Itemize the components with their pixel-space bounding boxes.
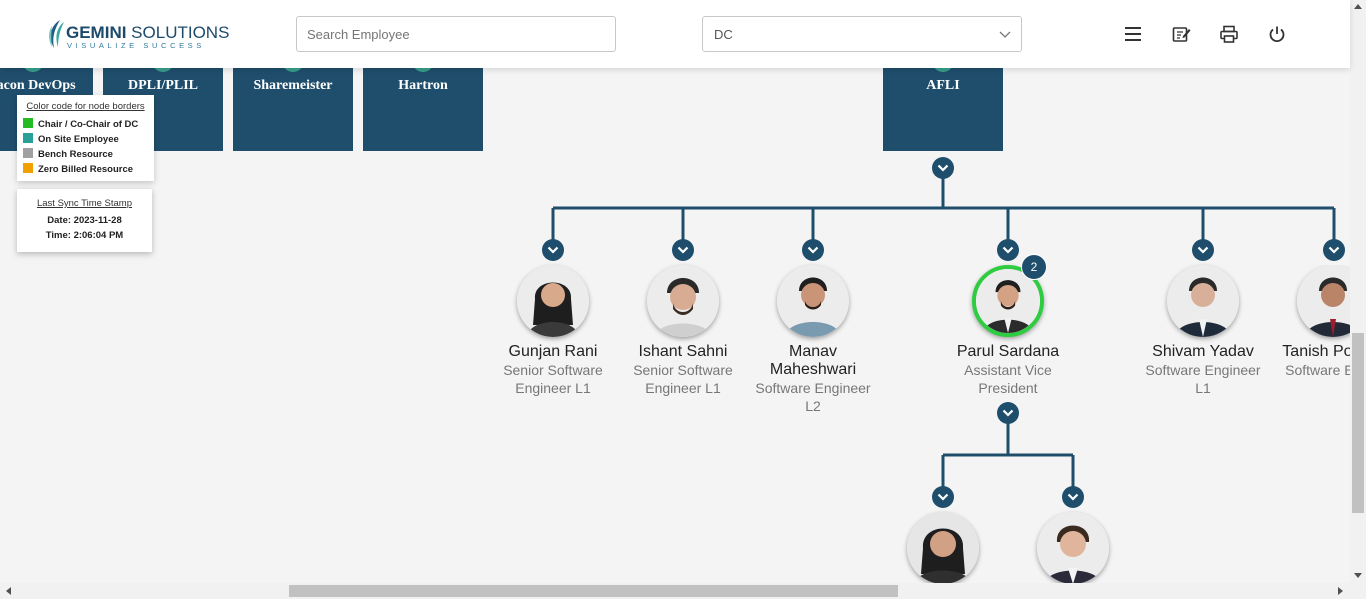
employee-name: Manav Maheshwari: [769, 343, 857, 378]
company-logo[interactable]: GEMINI SOLUTIONS VISUALIZE SUCCESS: [46, 16, 229, 52]
expand-toggle[interactable]: [802, 239, 824, 261]
sync-title: Last Sync Time Stamp: [36, 198, 133, 209]
scroll-right-arrow-icon[interactable]: [1338, 587, 1344, 595]
employee-card[interactable]: [878, 512, 1008, 584]
legend-title: Color code for node borders: [26, 101, 145, 112]
logo-brand: GEMINI SOLUTIONS: [66, 23, 230, 42]
direct-reports-badge: 2: [1021, 254, 1047, 280]
dc-select-value: DC: [714, 27, 733, 42]
employee-card[interactable]: Manav Maheshwari Software Engineer L2: [748, 265, 878, 415]
legend-item: Bench Resource: [23, 147, 148, 162]
employee-avatar: [777, 265, 849, 337]
person-photo-icon: [777, 265, 849, 337]
chevron-down-icon: [999, 31, 1011, 38]
employee-card-chair[interactable]: Parul Sardana Assistant Vice President: [943, 265, 1073, 397]
employee-role: Assistant Vice President: [964, 362, 1052, 396]
dc-select[interactable]: DC: [702, 16, 1022, 52]
print-icon[interactable]: [1219, 24, 1239, 44]
chevron-down-icon: [807, 246, 819, 254]
person-photo-icon: [647, 265, 719, 337]
employee-card-clipped[interactable]: Tanish Pokhar Software En L2: [1268, 265, 1350, 379]
employee-name: Gunjan Rani: [508, 343, 598, 360]
logo-tagline: VISUALIZE SUCCESS: [67, 41, 205, 50]
border-color-legend: Color code for node borders Chair / Co-C…: [17, 95, 154, 181]
sync-date: Date: 2023-11-28: [47, 215, 122, 226]
expand-toggle[interactable]: [1192, 239, 1214, 261]
chevron-down-icon: [1002, 409, 1014, 417]
last-sync-panel: Last Sync Time Stamp Date: 2023-11-28 Ti…: [17, 189, 152, 252]
employee-card-inner: Tanish Pokhar Software En L2: [1268, 265, 1350, 379]
chevron-down-icon: [1197, 246, 1209, 254]
employee-name: Parul Sardana: [956, 343, 1060, 360]
expand-toggle[interactable]: [1323, 239, 1345, 261]
vertical-scrollbar[interactable]: [1350, 0, 1366, 583]
employee-avatar: [907, 512, 979, 584]
legend-swatch: [23, 147, 33, 158]
employee-name: Shivam Yadav: [1152, 343, 1254, 360]
chevron-down-icon: [1002, 246, 1014, 254]
expand-toggle-afli[interactable]: [932, 157, 954, 179]
chevron-down-icon: [677, 246, 689, 254]
employee-card[interactable]: Ishant Sahni Senior Software Engineer L1: [618, 265, 748, 397]
leaf-logo-icon: [49, 20, 64, 48]
legend-item: On Site Employee: [23, 132, 148, 147]
edit-note-icon[interactable]: [1171, 24, 1191, 44]
horizontal-scroll-thumb[interactable]: [289, 585, 898, 597]
legend-swatch: [23, 132, 33, 143]
person-photo-icon: [517, 265, 589, 337]
expand-toggle[interactable]: [542, 239, 564, 261]
legend-swatch: [23, 117, 33, 128]
employee-card[interactable]: [1008, 512, 1138, 584]
employee-avatar: [517, 265, 589, 337]
employee-avatar: [647, 265, 719, 337]
employee-role: Software Engineer L1: [1145, 362, 1261, 396]
employee-avatar: [1037, 512, 1109, 584]
expand-toggle[interactable]: [997, 239, 1019, 261]
scroll-left-arrow-icon[interactable]: [5, 587, 11, 595]
employee-avatar: [1167, 265, 1239, 337]
person-photo-icon: [907, 512, 979, 584]
employee-card[interactable]: Gunjan Rani Senior Software Engineer L1: [488, 265, 618, 397]
vertical-scroll-thumb[interactable]: [1352, 333, 1364, 513]
person-photo-icon: [1167, 265, 1239, 337]
expand-toggle-parul[interactable]: [997, 402, 1019, 424]
search-employee-input[interactable]: [296, 16, 616, 52]
menu-icon[interactable]: [1123, 24, 1143, 44]
expand-toggle[interactable]: [932, 486, 954, 508]
horizontal-scrollbar[interactable]: [0, 583, 1366, 599]
legend-item: Zero Billed Resource: [23, 162, 148, 177]
employee-role: Software Engineer L2: [755, 380, 871, 414]
employee-card[interactable]: Shivam Yadav Software Engineer L1: [1138, 265, 1268, 397]
chevron-down-icon: [937, 164, 949, 172]
employee-role: Software En L2: [1285, 362, 1350, 378]
legend-item: Chair / Co-Chair of DC: [23, 117, 148, 132]
expand-toggle[interactable]: [1062, 486, 1084, 508]
employee-avatar: [1297, 265, 1350, 337]
employee-role: Senior Software Engineer L1: [633, 362, 733, 396]
top-header: GEMINI SOLUTIONS VISUALIZE SUCCESS DC: [0, 0, 1350, 68]
scroll-down-arrow-icon[interactable]: [1354, 573, 1362, 579]
legend-swatch: [23, 162, 33, 173]
person-photo-icon: [1297, 265, 1350, 337]
employee-name: Tanish Pokhar: [1282, 343, 1350, 360]
employee-role: Senior Software Engineer L1: [503, 362, 603, 396]
employee-name: Ishant Sahni: [638, 343, 728, 360]
sync-time: Time: 2:06:04 PM: [45, 230, 124, 241]
chevron-down-icon: [1067, 493, 1079, 501]
power-icon[interactable]: [1267, 24, 1287, 44]
person-photo-icon: [1037, 512, 1109, 584]
chevron-down-icon: [1328, 246, 1340, 254]
chevron-down-icon: [547, 246, 559, 254]
expand-toggle[interactable]: [672, 239, 694, 261]
chevron-down-icon: [937, 493, 949, 501]
scroll-up-arrow-icon[interactable]: [1354, 3, 1362, 9]
